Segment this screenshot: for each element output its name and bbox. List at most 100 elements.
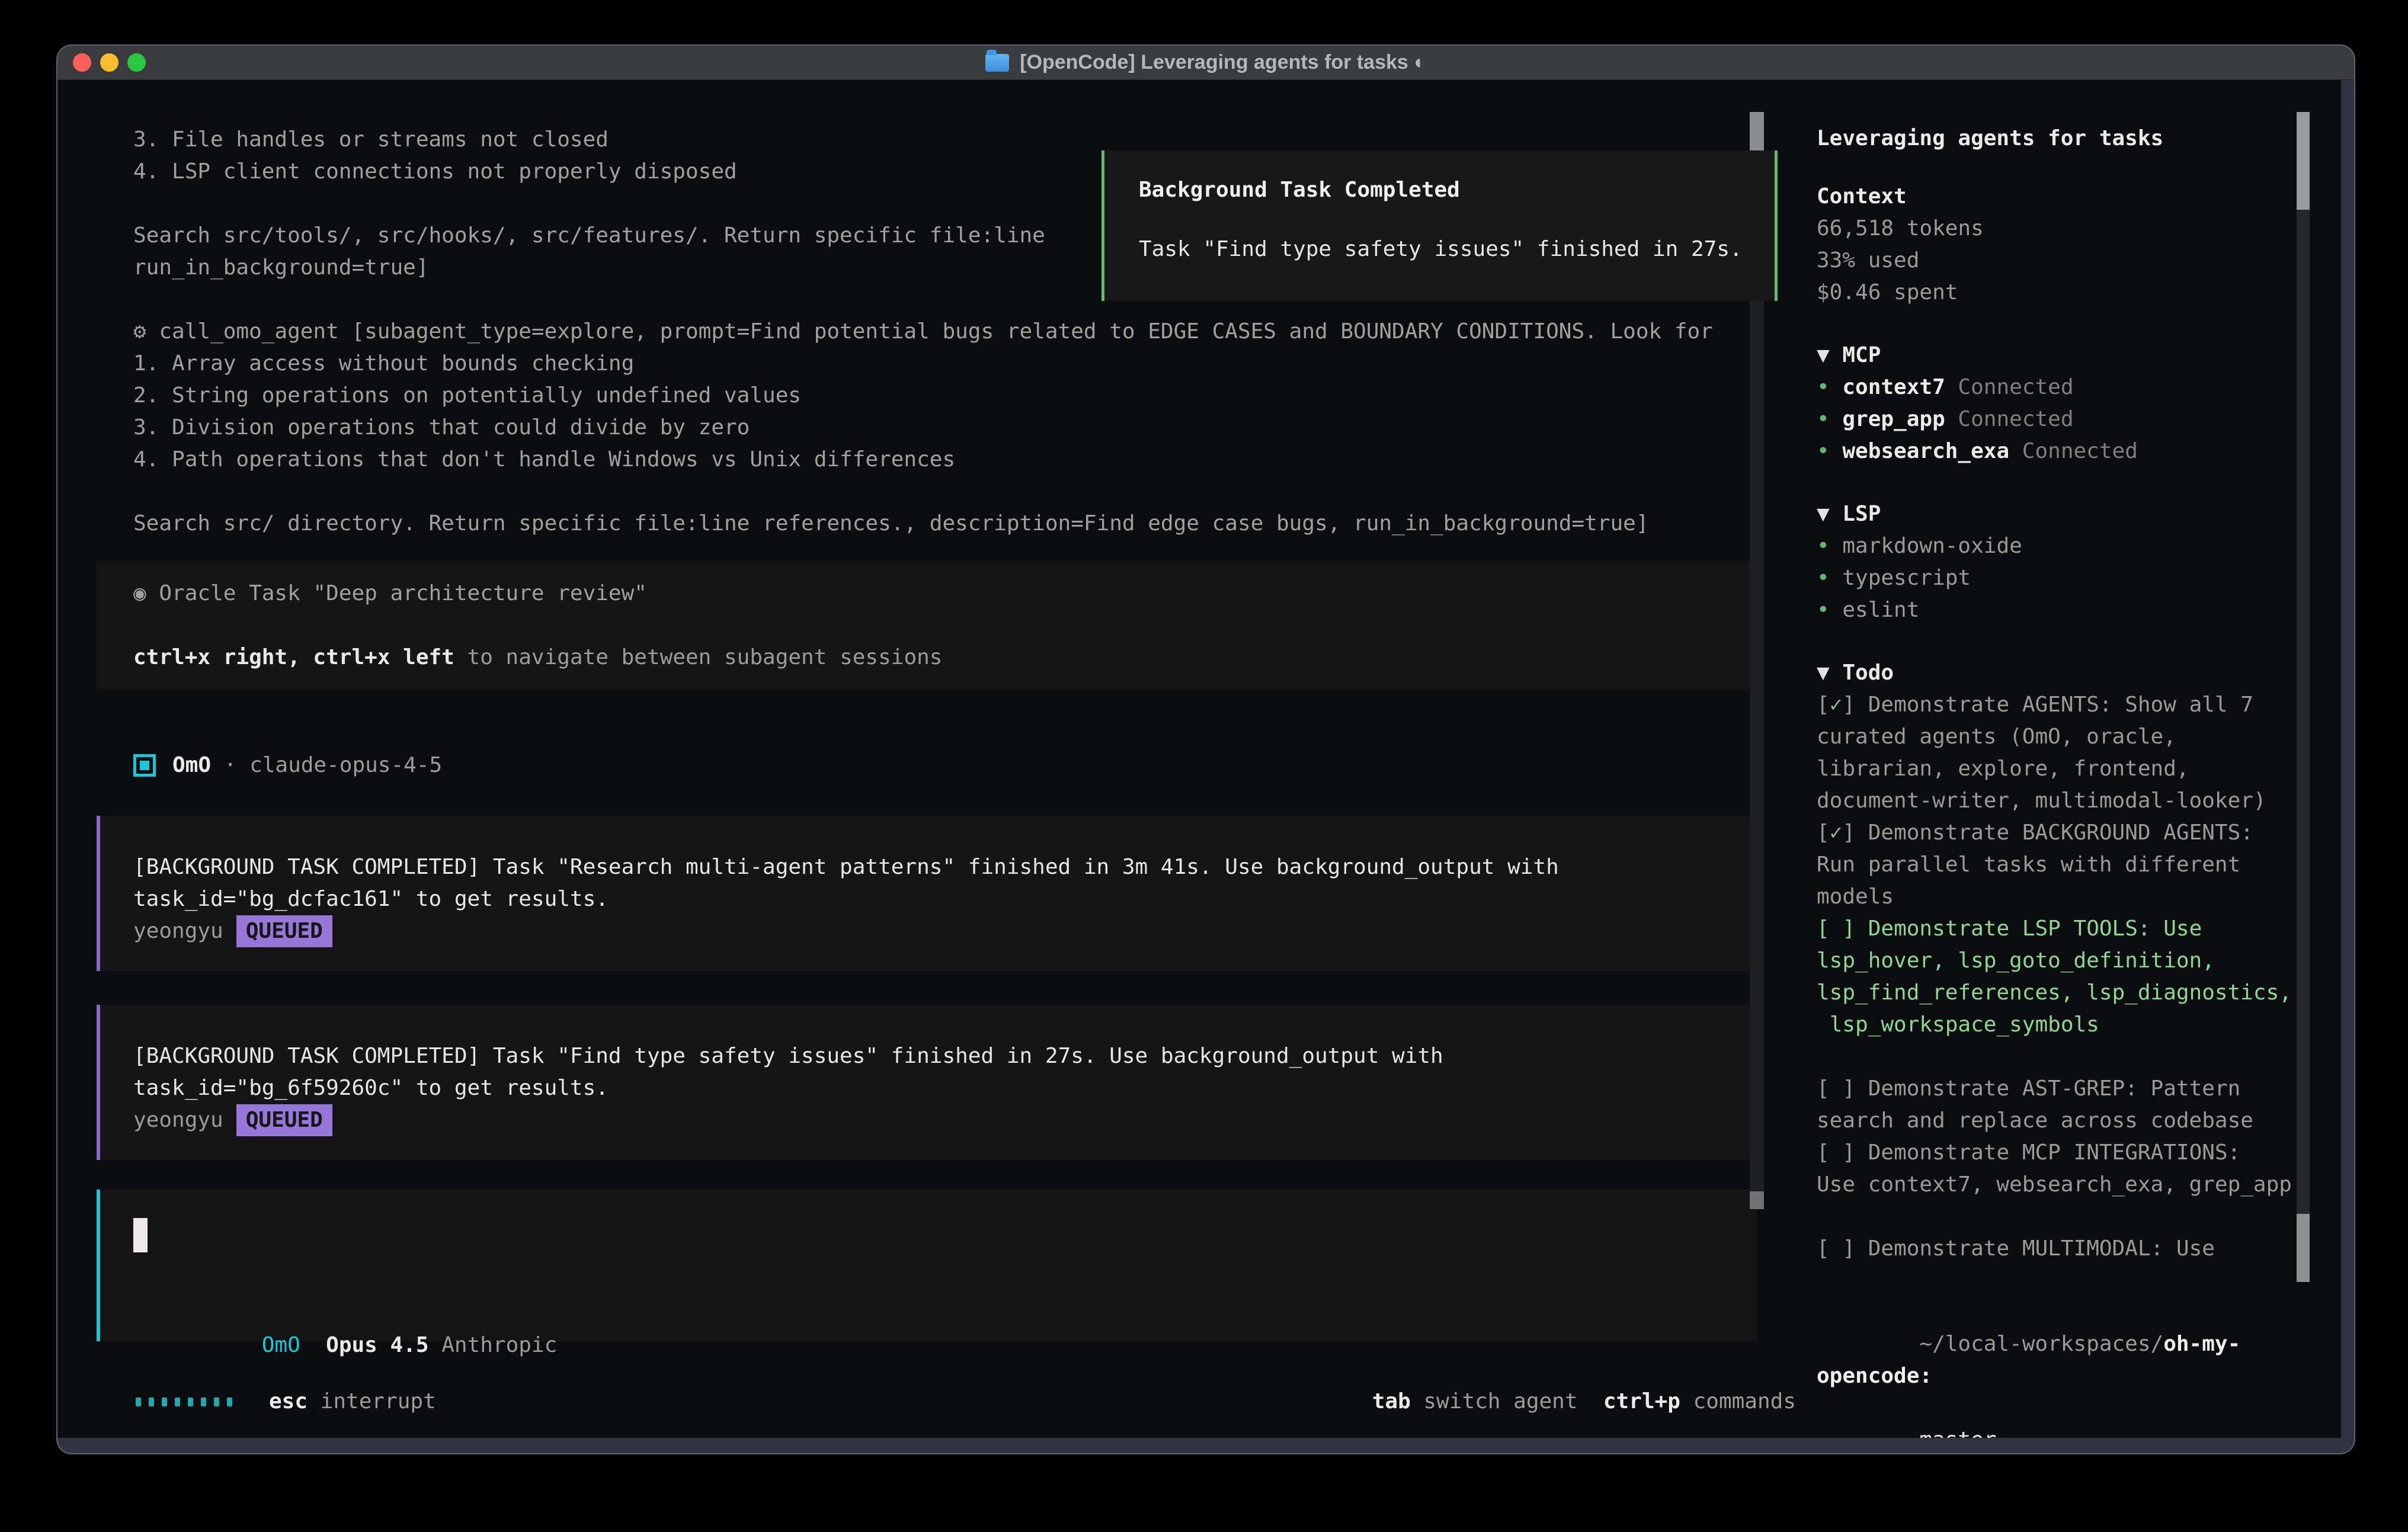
message-footer: yeongyu QUEUED (133, 1104, 1745, 1136)
agent-name: OmO (172, 749, 211, 781)
message-line-2: task_id="bg_6f59260c" to get results. (133, 1072, 1745, 1104)
message-list: [BACKGROUND TASK COMPLETED] Task "Resear… (97, 816, 1757, 1160)
queued-badge: QUEUED (236, 1104, 332, 1136)
checkbox-mark: ✓ (1830, 821, 1843, 845)
message-user: yeongyu (133, 915, 223, 947)
esc-key-hint: esc (269, 1386, 308, 1418)
todo-item: [ ] Demonstrate MCP INTEGRATIONS: Use co… (1817, 1137, 2297, 1201)
mcp-name: grep_app (1842, 407, 1945, 431)
window-title-group: [OpenCode] Leveraging agents for tasks ◐ (985, 51, 1426, 74)
todo-item: [ ] Demonstrate MULTIMODAL: Use (1817, 1233, 2297, 1265)
mcp-name: context7 (1842, 375, 1945, 399)
lsp-item: • typescript (1817, 562, 2297, 594)
input-model-name: Opus 4.5 (326, 1333, 428, 1357)
lsp-header-label: LSP (1842, 502, 1881, 526)
mcp-header[interactable]: ▼ MCP (1817, 339, 2297, 371)
agent-header: OmO · claude-opus-4-5 (133, 749, 1757, 781)
window-title: [OpenCode] Leveraging agents for tasks ◐ (1020, 51, 1426, 74)
toast-spacer (1139, 206, 1775, 233)
ctrlp-key-hint: ctrl+p (1603, 1389, 1680, 1414)
todo-header-label: Todo (1842, 661, 1894, 685)
chevron-down-icon: ▼ (1817, 661, 1842, 685)
background-task-message: [BACKGROUND TASK COMPLETED] Task "Find t… (97, 1005, 1757, 1160)
session-title: Leveraging agents for tasks (1817, 123, 2297, 155)
message-line-1: [BACKGROUND TASK COMPLETED] Task "Resear… (133, 851, 1745, 883)
lsp-item: • markdown-oxide (1817, 530, 2297, 562)
checkbox-mark: ✓ (1830, 693, 1843, 717)
todo-section: ▼ Todo [✓] Demonstrate AGENTS: Show all … (1817, 657, 2297, 1265)
mcp-section: ▼ MCP • context7 Connected • grep_app Co… (1817, 339, 2297, 467)
mcp-status: Connected (1945, 375, 2074, 399)
input-spacer (133, 1252, 1745, 1297)
checkbox-mark (1830, 1076, 1843, 1101)
checkbox-mark (1830, 916, 1843, 941)
todo-header[interactable]: ▼ Todo (1817, 657, 2297, 689)
lsp-name: markdown-oxide (1842, 534, 2022, 558)
spinner-dots-icon (136, 1398, 232, 1406)
todo-item: [ ] Demonstrate AST-GREP: Pattern search… (1817, 1073, 2297, 1137)
tab-key-label: switch agent (1411, 1389, 1578, 1414)
todo-text: Demonstrate LSP TOOLS: Use lsp_hover, ls… (1817, 916, 2292, 1037)
background-task-toast: Background Task Completed Task "Find typ… (1101, 150, 1778, 301)
todo-list: [✓] Demonstrate AGENTS: Show all 7 curat… (1817, 689, 2297, 1265)
lsp-name: typescript (1842, 566, 1971, 590)
status-dot-icon: • (1817, 407, 1842, 431)
session-sidebar: Leveraging agents for tasks Context 66,5… (1817, 80, 2297, 1438)
omo-agent-icon (133, 754, 156, 777)
oracle-task-hint: ctrl+x right, ctrl+x left to navigate be… (133, 642, 1745, 674)
agent-separator: · (211, 749, 249, 781)
mcp-name: websearch_exa (1842, 439, 2009, 463)
todo-item: [ ] Demonstrate LSP TOOLS: Use lsp_hover… (1817, 913, 2297, 1041)
mcp-header-label: MCP (1842, 343, 1881, 367)
terminal-line (133, 476, 1757, 508)
context-stats: 66,518 tokens33% used$0.46 spent (1817, 213, 2297, 309)
mcp-item: • grep_app Connected (1817, 403, 2297, 435)
mcp-item: • websearch_exa Connected (1817, 435, 2297, 467)
checkbox-mark (1830, 1140, 1843, 1165)
sidebar-scrollbar[interactable] (2297, 112, 2310, 1282)
prompt-input[interactable]: OmO Opus 4.5 Anthropic (97, 1190, 1757, 1341)
queued-badge: QUEUED (236, 915, 332, 947)
sidebar-scrollbar-thumb-top[interactable] (2297, 112, 2310, 210)
main-scrollbar-thumb-bottom[interactable] (1750, 1191, 1764, 1209)
opencode-window: [OpenCode] Leveraging agents for tasks ◐… (56, 44, 2355, 1454)
minimize-button[interactable] (100, 53, 119, 72)
titlebar: [OpenCode] Leveraging agents for tasks ◐ (57, 46, 2354, 80)
status-bar: esc interrupt tab switch agent ctrl+p co… (136, 1386, 1796, 1418)
terminal-line: 1. Array access without bounds checking (133, 348, 1757, 380)
context-stat-line: 33% used (1817, 245, 2297, 277)
status-dot-icon: • (1817, 534, 1842, 558)
lsp-header[interactable]: ▼ LSP (1817, 498, 2297, 530)
close-button[interactable] (73, 53, 91, 72)
sidebar-scrollbar-thumb-bottom[interactable] (2297, 1214, 2310, 1282)
status-dot-icon: • (1817, 598, 1842, 622)
message-user: yeongyu (133, 1104, 223, 1136)
chevron-down-icon: ▼ (1817, 343, 1842, 367)
input-gap (300, 1333, 326, 1357)
todo-item: [✓] Demonstrate AGENTS: Show all 7 curat… (1817, 689, 2297, 817)
status-bar-right: tab switch agent ctrl+p commands (1372, 1386, 1796, 1418)
checkbox-mark (1830, 1236, 1843, 1261)
lsp-section: ▼ LSP • markdown-oxide • typescript • es… (1817, 498, 2297, 626)
keybind-hint-label: to navigate between subagent sessions (454, 645, 943, 669)
todo-text: Demonstrate AST-GREP: Pattern search and… (1817, 1076, 2253, 1133)
input-agent-name: OmO (262, 1333, 300, 1357)
context-header: Context (1817, 181, 2297, 213)
mcp-status: Connected (2009, 439, 2138, 463)
omo-agent-icon-inner (140, 761, 149, 770)
terminal-line: ⚙ call_omo_agent [subagent_type=explore,… (133, 316, 1757, 348)
toast-body: Task "Find type safety issues" finished … (1139, 233, 1775, 265)
chevron-down-icon: ▼ (1817, 502, 1842, 526)
terminal-line: 2. String operations on potentially unde… (133, 380, 1757, 412)
message-line-1: [BACKGROUND TASK COMPLETED] Task "Find t… (133, 1040, 1745, 1072)
status-dot-icon: • (1817, 566, 1842, 590)
todo-item: [✓] Demonstrate BACKGROUND AGENTS: Run p… (1817, 817, 2297, 913)
status-dot-icon: • (1817, 375, 1842, 399)
traffic-lights (73, 53, 146, 72)
context-stat-line: $0.46 spent (1817, 277, 2297, 309)
text-cursor (133, 1218, 148, 1252)
todo-text: Demonstrate AGENTS: Show all 7 curated a… (1817, 693, 2266, 813)
status-gap (1578, 1389, 1603, 1414)
mcp-item: • context7 Connected (1817, 371, 2297, 403)
zoom-button[interactable] (127, 53, 146, 72)
